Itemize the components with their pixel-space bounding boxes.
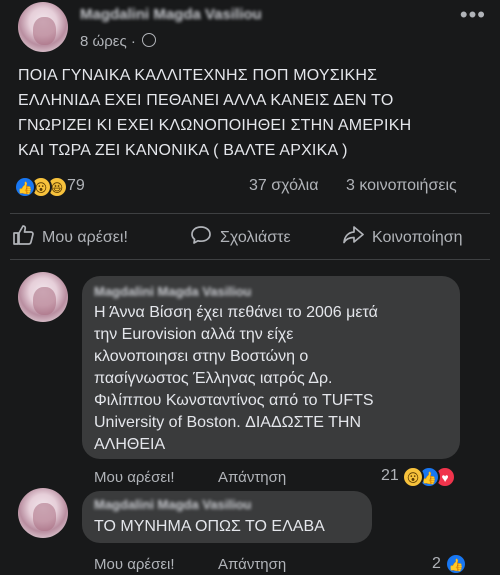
author-avatar[interactable] <box>18 2 68 52</box>
commenter-name[interactable]: Magdalini Magda Vasiliou <box>94 497 251 512</box>
commenter-avatar[interactable] <box>18 272 68 322</box>
comment-button[interactable]: Σχολιάστε <box>190 225 291 250</box>
comment-line: Φιλίππου Κωνσταντίνος από το TUFTS <box>94 392 374 409</box>
comment-reactions[interactable]: 😮 👍 ♥ <box>402 466 472 488</box>
comment-reaction-count[interactable]: 21 <box>381 467 399 485</box>
post-comments-count[interactable]: 37 σχόλια <box>249 177 318 195</box>
comment-line: την Eurovision αλλά την είχε <box>94 326 294 343</box>
comment-line: Η Άννα Βίσση έχει πεθάνει το 2006 μετά <box>94 304 378 321</box>
post-text-line: ΓΝΩΡΙΖΕΙ ΚΙ ΕΧΕΙ ΚΛΩΝΟΠΟΙΗΘΕΙ ΣΤΗΝ ΑΜΕΡΙ… <box>18 117 412 134</box>
commenter-name[interactable]: Magdalini Magda Vasiliou <box>94 284 251 299</box>
post-text: ΠΟΙΑ ΓΥΝΑΙΚΑ ΚΑΛΛΙΤΕΧΝΗΣ ΠΟΠ ΜΟΥΣΙΚΗΣ ΕΛ… <box>18 63 488 163</box>
comment-line: κλονοποιησει στην Βοστώνη ο <box>94 348 309 365</box>
more-options-icon[interactable]: ••• <box>460 2 486 28</box>
divider <box>10 213 490 214</box>
commenter-avatar[interactable] <box>18 488 68 538</box>
comment-text: Η Άννα Βίσση έχει πεθάνει το 2006 μετά τ… <box>94 302 378 456</box>
comment-reply-link[interactable]: Απάντηση <box>218 469 286 486</box>
comment-line: University of Boston. ΔΙΑΔΩΣΤΕ ΤΗΝ <box>94 414 361 431</box>
comment-line: ΤΟ ΜΥΝΗΜΑ ΟΠΩΣ ΤΟ ΕΛΑΒΑ <box>94 518 325 535</box>
post-text-line: ΠΟΙΑ ΓΥΝΑΙΚΑ ΚΑΛΛΙΤΕΧΝΗΣ ΠΟΠ ΜΟΥΣΙΚΗΣ <box>18 67 378 84</box>
comment-icon <box>190 225 212 250</box>
post-shares-count[interactable]: 3 κοινοποιήσεις <box>346 177 457 195</box>
like-outline-icon <box>12 225 34 250</box>
comment-like-link[interactable]: Μου αρέσει! <box>94 556 175 573</box>
post-text-line: ΕΛΛΗΝΙΔΑ ΕΧΕΙ ΠΕΘΑΝΕΙ ΑΛΛΑ ΚΑΝΕΙΣ ΔΕΝ ΤΟ <box>18 92 394 109</box>
post-text-line: ΚΑΙ ΤΩΡΑ ΖΕΙ ΚΑΝΟΝΙΚΑ ( ΒΑΛΤΕ ΑΡΧΙΚΑ ) <box>18 142 348 159</box>
share-label: Κοινοποίηση <box>372 228 463 246</box>
post-time[interactable]: 8 ώρες · <box>80 33 136 50</box>
comment-like-link[interactable]: Μου αρέσει! <box>94 469 175 486</box>
comment-reply-link[interactable]: Απάντηση <box>218 556 286 573</box>
wow-icon: 😮 <box>402 466 424 488</box>
comment-reaction-count[interactable]: 2 <box>432 555 441 573</box>
like-label: Μου αρέσει! <box>42 228 128 246</box>
author-name[interactable]: Magdalini Magda Vasiliou <box>80 6 262 23</box>
share-icon <box>342 225 364 250</box>
like-icon[interactable]: 👍 <box>445 553 467 575</box>
post-reaction-count[interactable]: 79 <box>67 177 85 195</box>
share-button[interactable]: Κοινοποίηση <box>342 225 463 250</box>
like-button[interactable]: Μου αρέσει! <box>12 225 128 250</box>
comment-line: πασίγνωστος Έλληνας ιατρός Δρ. <box>94 370 333 387</box>
globe-icon <box>142 33 157 47</box>
comment-text: ΤΟ ΜΥΝΗΜΑ ΟΠΩΣ ΤΟ ΕΛΑΒΑ <box>94 516 325 538</box>
like-icon: 👍 <box>14 176 36 198</box>
post-meta: 8 ώρες · <box>80 33 157 50</box>
comment-line: ΑΛΗΘΕΙΑ <box>94 436 166 453</box>
comment-label: Σχολιάστε <box>220 228 291 246</box>
divider <box>10 259 490 260</box>
